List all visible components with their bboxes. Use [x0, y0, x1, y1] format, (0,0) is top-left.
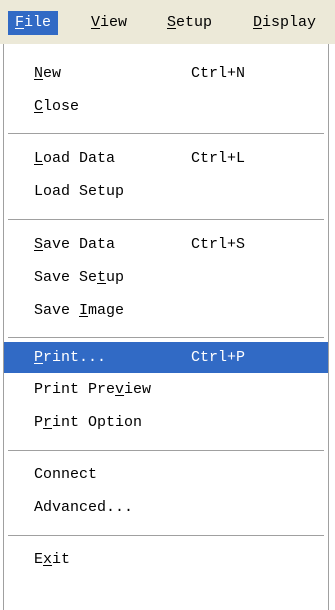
menu-setup-mnemonic: S [167, 14, 177, 31]
menu-item-advanced-label: Advanced... [34, 499, 134, 516]
menu-display-mnemonic: D [253, 14, 263, 31]
menu-item-save-data[interactable]: Save Data Ctrl+S [4, 229, 328, 260]
menu-item-save-setup-label: Save Setup [34, 269, 125, 286]
menu-view[interactable]: View [91, 11, 127, 35]
menu-item-close-label: Close [34, 98, 80, 115]
menu-item-save-image[interactable]: Save Image [4, 295, 328, 326]
menu-item-print-preview[interactable]: Print Preview [4, 374, 328, 405]
menu-separator [8, 535, 324, 537]
menu-bar: File View Setup Display [0, 0, 335, 44]
menu-item-print[interactable]: Print... Ctrl+P [4, 342, 328, 373]
menu-item-load-data[interactable]: Load Data Ctrl+L [4, 143, 328, 174]
menu-item-print-label: Print... [34, 349, 107, 366]
menu-separator [8, 219, 324, 221]
menu-separator [8, 450, 324, 452]
file-menu-dropdown: New Ctrl+N Close Load Data Ctrl+L Load S… [3, 44, 329, 610]
menu-item-connect-label: Connect [34, 466, 98, 483]
menu-file-mnemonic: F [15, 14, 25, 31]
menu-item-print-option[interactable]: Print Option [4, 407, 328, 438]
menu-setup[interactable]: Setup [167, 11, 212, 35]
menu-item-save-setup[interactable]: Save Setup [4, 262, 328, 293]
menu-display[interactable]: Display [253, 11, 316, 35]
menu-item-save-image-label: Save Image [34, 302, 125, 319]
menu-item-print-option-label: Print Option [34, 414, 143, 431]
menu-item-exit-label: Exit [34, 551, 71, 568]
menu-file[interactable]: File [8, 11, 59, 35]
menu-item-print-preview-label: Print Preview [34, 381, 152, 398]
menu-view-label: iew [100, 14, 128, 31]
menu-item-load-data-label: Load Data [34, 150, 116, 167]
menu-item-load-setup-label: Load Setup [34, 183, 125, 200]
menu-item-new-label: New [34, 65, 62, 82]
menu-item-load-data-shortcut: Ctrl+L [191, 150, 246, 167]
menu-item-new[interactable]: New Ctrl+N [4, 58, 328, 89]
menu-item-load-setup[interactable]: Load Setup [4, 176, 328, 207]
menu-item-print-shortcut: Ctrl+P [191, 349, 246, 366]
menu-view-mnemonic: V [91, 14, 101, 31]
menu-setup-label: etup [176, 14, 213, 31]
menu-item-save-data-shortcut: Ctrl+S [191, 236, 246, 253]
menu-item-close[interactable]: Close [4, 91, 328, 122]
menu-item-connect[interactable]: Connect [4, 459, 328, 490]
menu-item-new-shortcut: Ctrl+N [191, 65, 246, 82]
menu-item-exit[interactable]: Exit [4, 544, 328, 575]
menu-file-label: ile [24, 14, 52, 31]
menu-separator [8, 133, 324, 135]
menu-item-save-data-label: Save Data [34, 236, 116, 253]
menu-separator [8, 337, 324, 339]
menu-display-label: isplay [262, 14, 317, 31]
menu-item-advanced[interactable]: Advanced... [4, 492, 328, 523]
